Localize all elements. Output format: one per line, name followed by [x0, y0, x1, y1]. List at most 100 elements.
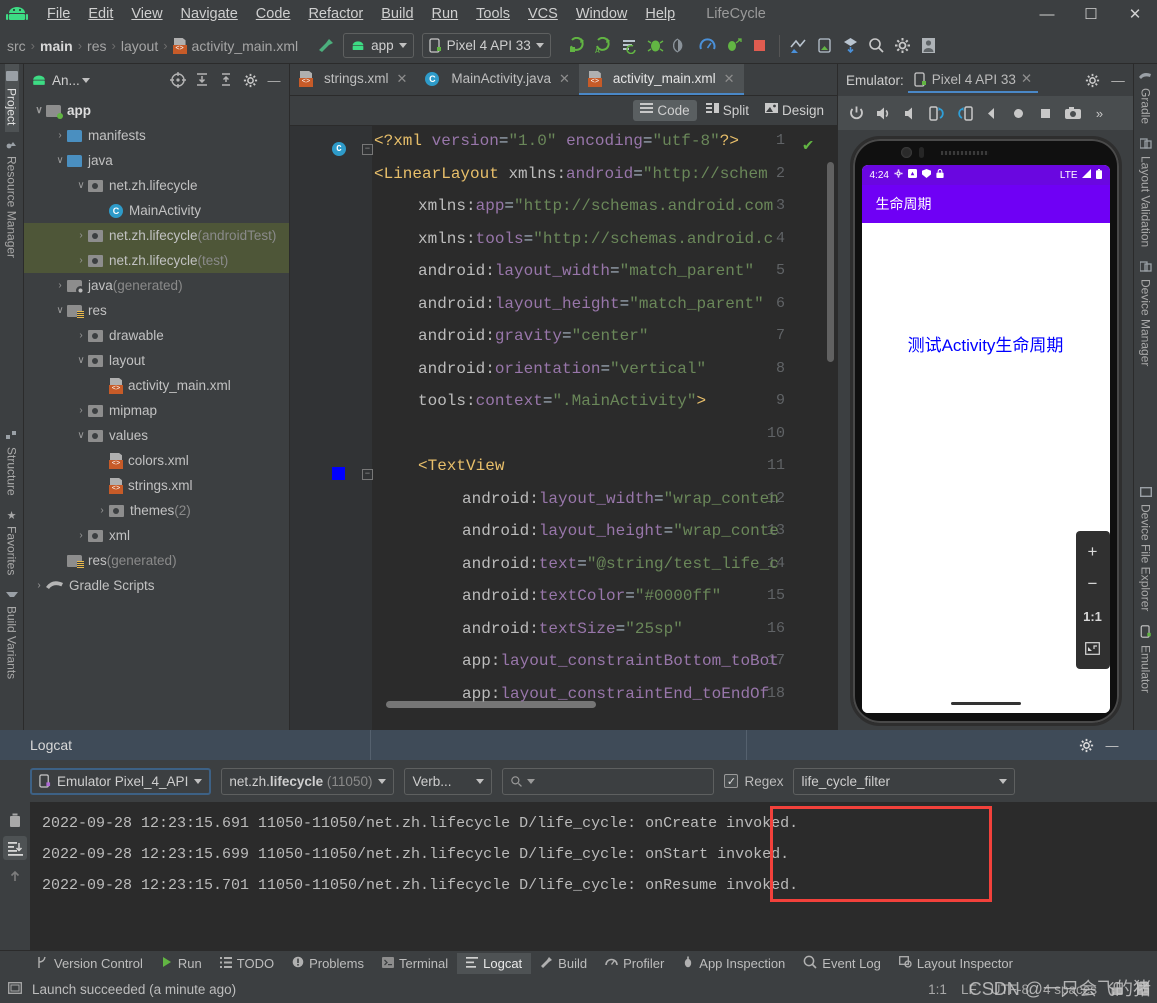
tree-expander[interactable]: › — [53, 130, 67, 141]
overview-icon[interactable] — [1033, 101, 1058, 126]
menu-item-view[interactable]: View — [122, 4, 171, 24]
logcat-device-selector[interactable]: Emulator Pixel_4_API — [30, 767, 212, 795]
settings-gear-icon[interactable] — [239, 69, 261, 91]
rail-tab-gradle[interactable]: Gradle — [1139, 64, 1153, 131]
tree-node-net-zh-lifecycle[interactable]: › net.zh.lifecycle (androidTest) — [24, 223, 289, 248]
logcat-search-field[interactable] — [539, 773, 690, 789]
tree-expander[interactable]: ∨ — [32, 105, 46, 116]
tree-node-app[interactable]: ∨ app — [24, 98, 289, 123]
editor-vertical-scrollbar[interactable] — [827, 162, 834, 362]
account-avatar-icon[interactable] — [916, 33, 942, 59]
fold-marker-linearlayout[interactable]: − — [362, 144, 373, 155]
tree-expander[interactable]: › — [74, 405, 88, 416]
editor-gutter[interactable] — [290, 126, 372, 730]
toolwin-event-log[interactable]: Event Log — [794, 952, 890, 975]
tree-expander[interactable]: › — [53, 280, 67, 291]
profiler-icon[interactable] — [695, 33, 721, 59]
code-line[interactable]: app:layout_constraintEnd_toEndOf — [462, 685, 769, 703]
menu-item-navigate[interactable]: Navigate — [172, 4, 247, 24]
avd-manager-icon[interactable] — [812, 33, 838, 59]
breadcrumb-layout[interactable]: layout — [116, 38, 163, 54]
menu-item-file[interactable]: File — [38, 4, 79, 24]
tree-expander[interactable]: › — [74, 530, 88, 541]
maximize-button[interactable]: ☐ — [1069, 0, 1113, 28]
tree-node-strings-xml[interactable]: strings.xml — [24, 473, 289, 498]
rail-tab-project[interactable]: Project — [4, 64, 19, 133]
settings-gear-icon[interactable] — [1081, 69, 1103, 91]
volume-down-icon[interactable] — [898, 101, 923, 126]
tree-expander[interactable]: › — [32, 580, 46, 591]
menu-item-window[interactable]: Window — [567, 4, 637, 24]
build-hammer-icon[interactable] — [313, 33, 339, 59]
run-icon[interactable] — [565, 33, 591, 59]
apply-changes-icon[interactable]: A — [591, 33, 617, 59]
rail-tab-build-variants[interactable]: Build Variants — [5, 583, 19, 686]
menu-item-edit[interactable]: Edit — [79, 4, 122, 24]
tree-node-drawable[interactable]: › drawable — [24, 323, 289, 348]
mode-design[interactable]: Design — [758, 100, 831, 121]
more-icon[interactable]: » — [1087, 101, 1112, 126]
tree-node-java[interactable]: ∨ java — [24, 148, 289, 173]
code-line[interactable]: android:layout_height="wrap_conte — [462, 522, 779, 540]
rotate-left-icon[interactable] — [925, 101, 950, 126]
close-button[interactable]: ✕ — [1113, 0, 1157, 28]
tree-node-xml[interactable]: › xml — [24, 523, 289, 548]
sync-gradle-icon[interactable] — [838, 33, 864, 59]
rotate-right-icon[interactable] — [952, 101, 977, 126]
toolwin-todo[interactable]: TODO — [211, 953, 283, 974]
trash-icon[interactable] — [3, 808, 27, 832]
minimize-button[interactable]: — — [1025, 0, 1069, 28]
code-line[interactable]: app:layout_constraintBottom_toBot — [462, 652, 779, 670]
code-line[interactable]: android:layout_height="match_parent" — [418, 295, 764, 313]
back-icon[interactable] — [979, 101, 1004, 126]
code-line[interactable]: android:textColor="#0000ff" — [462, 587, 721, 605]
tree-expander[interactable]: › — [95, 505, 109, 516]
zoom-in-button[interactable]: + — [1078, 537, 1108, 567]
editor-tab-strings-xml[interactable]: strings.xml ✕ — [290, 64, 416, 95]
regex-toggle[interactable]: ✓ Regex — [724, 774, 783, 789]
hide-panel-icon[interactable]: — — [1099, 730, 1125, 760]
breadcrumb-file[interactable]: activity_main.xml — [168, 38, 304, 54]
editor-tab-activity-main-xml[interactable]: activity_main.xml ✕ — [578, 64, 744, 95]
tree-node-manifests[interactable]: › manifests — [24, 123, 289, 148]
zoom-actual-size-button[interactable]: 1:1 — [1078, 601, 1108, 631]
tree-node-layout[interactable]: ∨ layout — [24, 348, 289, 373]
logcat-level-selector[interactable]: Verb... — [404, 767, 493, 795]
close-icon[interactable]: ✕ — [724, 71, 735, 87]
hide-panel-icon[interactable]: — — [263, 69, 285, 91]
project-view-label[interactable]: An... — [52, 73, 80, 88]
menu-item-tools[interactable]: Tools — [467, 4, 519, 24]
zoom-fit-button[interactable] — [1078, 633, 1108, 663]
tree-node-themes[interactable]: › themes (2) — [24, 498, 289, 523]
rail-tab-resource-manager[interactable]: Resource Manager — [5, 132, 19, 265]
toolwin-app-inspection[interactable]: App Inspection — [673, 953, 794, 975]
rail-tab-structure[interactable]: Structure — [5, 423, 19, 503]
code-line[interactable]: android:layout_width="match_parent" — [418, 262, 754, 280]
line-separator[interactable]: LF — [961, 982, 977, 997]
sdk-manager-icon[interactable] — [786, 33, 812, 59]
attach-debugger-icon[interactable] — [721, 33, 747, 59]
breadcrumb-main[interactable]: main — [35, 38, 78, 54]
app-content-area[interactable]: 测试Activity生命周期 — [861, 223, 1110, 713]
debug-icon[interactable] — [643, 33, 669, 59]
logcat-output[interactable]: 2022-09-28 12:23:15.691 11050-11050/net.… — [0, 802, 1157, 950]
toolwin-build[interactable]: Build — [531, 953, 596, 975]
menu-item-refactor[interactable]: Refactor — [299, 4, 372, 24]
select-opened-file-icon[interactable] — [167, 69, 189, 91]
code-line[interactable]: android:text="@string/test_life_c — [462, 555, 779, 573]
tree-expander[interactable]: › — [74, 230, 88, 241]
breadcrumb-src[interactable]: src — [2, 38, 31, 54]
notifications-icon[interactable] — [1137, 981, 1149, 998]
run-with-coverage-icon[interactable] — [669, 33, 695, 59]
editor-tab-mainactivity-java[interactable]: C MainActivity.java ✕ — [416, 64, 578, 95]
toolwin-logcat[interactable]: Logcat — [457, 953, 532, 974]
logcat-process-selector[interactable]: net.zh.lifecycle (11050) — [221, 767, 395, 795]
class-gutter-icon[interactable]: C — [332, 142, 346, 156]
tree-expander[interactable]: › — [74, 255, 88, 266]
tree-node-mainactivity[interactable]: C MainActivity — [24, 198, 289, 223]
code-line[interactable]: <?xml version="1.0" encoding="utf-8"?> — [374, 132, 739, 150]
logcat-search-input[interactable] — [502, 767, 715, 795]
apply-code-changes-icon[interactable] — [617, 33, 643, 59]
logcat-named-filter-selector[interactable]: life_cycle_filter — [793, 767, 1016, 795]
menu-item-build[interactable]: Build — [372, 4, 422, 24]
